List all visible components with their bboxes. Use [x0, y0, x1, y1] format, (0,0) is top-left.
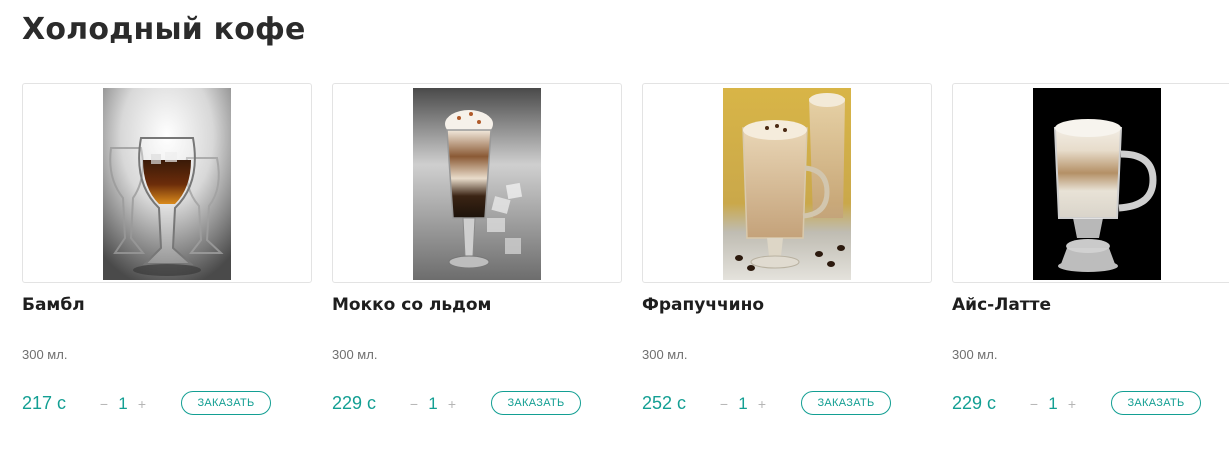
order-button[interactable]: Заказать — [801, 391, 891, 415]
product-price: 252 с — [642, 393, 687, 413]
product-card: Бамбл 300 мл. 217 с − 1 + Заказать — [22, 83, 312, 423]
product-photo-bumble[interactable] — [103, 88, 231, 280]
order-button[interactable]: Заказать — [1111, 391, 1201, 415]
product-image-frame[interactable] — [332, 83, 622, 283]
decrease-quantity-button[interactable]: − — [408, 394, 420, 414]
product-volume: 300 мл. — [642, 347, 688, 362]
decrease-quantity-button[interactable]: − — [718, 394, 730, 414]
product-name[interactable]: Бамбл — [22, 295, 312, 315]
product-image-frame[interactable] — [22, 83, 312, 283]
product-price: 229 с — [332, 393, 377, 413]
product-photo-iced-latte[interactable] — [1033, 88, 1161, 280]
increase-quantity-button[interactable]: + — [756, 394, 768, 414]
order-button[interactable]: Заказать — [491, 391, 581, 415]
quantity-stepper: − 1 + — [408, 394, 458, 414]
product-volume: 300 мл. — [952, 347, 998, 362]
product-volume: 300 мл. — [22, 347, 68, 362]
product-photo-mocha-iced[interactable] — [413, 88, 541, 280]
product-volume: 300 мл. — [332, 347, 378, 362]
decrease-quantity-button[interactable]: − — [1028, 394, 1040, 414]
section-title: Холодный кофе — [22, 12, 306, 47]
product-name[interactable]: Фрапуччино — [642, 295, 932, 315]
quantity-stepper: − 1 + — [98, 394, 148, 414]
quantity-value: 1 — [1048, 394, 1058, 413]
order-button[interactable]: Заказать — [181, 391, 271, 415]
product-name[interactable]: Айс-Латте — [952, 295, 1229, 315]
product-price: 229 с — [952, 393, 997, 413]
increase-quantity-button[interactable]: + — [446, 394, 458, 414]
decrease-quantity-button[interactable]: − — [98, 394, 110, 414]
product-image-frame[interactable] — [952, 83, 1229, 283]
product-card: Фрапуччино 300 мл. 252 с − 1 + Заказать — [642, 83, 932, 423]
product-price: 217 с — [22, 393, 67, 413]
quantity-value: 1 — [118, 394, 128, 413]
quantity-value: 1 — [738, 394, 748, 413]
product-card: Мокко со льдом 300 мл. 229 с − 1 + Заказ… — [332, 83, 622, 423]
increase-quantity-button[interactable]: + — [1066, 394, 1078, 414]
increase-quantity-button[interactable]: + — [136, 394, 148, 414]
product-list: Бамбл 300 мл. 217 с − 1 + Заказать — [22, 83, 1229, 443]
quantity-stepper: − 1 + — [1028, 394, 1078, 414]
product-card: Айс-Латте 300 мл. 229 с − 1 + Заказать — [952, 83, 1229, 423]
product-photo-frappuccino[interactable] — [723, 88, 851, 280]
quantity-stepper: − 1 + — [718, 394, 768, 414]
product-name[interactable]: Мокко со льдом — [332, 295, 622, 315]
product-image-frame[interactable] — [642, 83, 932, 283]
quantity-value: 1 — [428, 394, 438, 413]
